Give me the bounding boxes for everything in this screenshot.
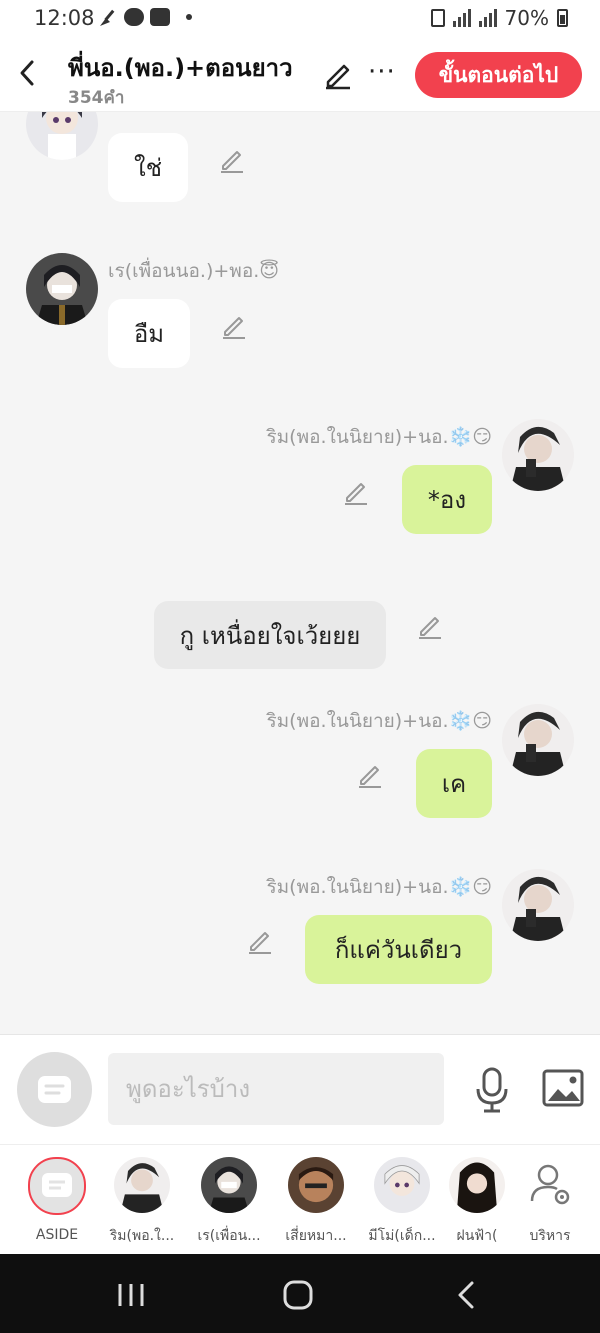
- battery-icon: [557, 9, 568, 27]
- recent-apps-icon: [118, 1284, 144, 1306]
- chevron-left-icon: [20, 60, 34, 86]
- message-text: อืม: [133, 320, 165, 348]
- pencil-icon: [249, 932, 271, 954]
- avatar-re[interactable]: [26, 253, 98, 325]
- edit-message-button[interactable]: [246, 927, 274, 955]
- system-nav-bar: [0, 1254, 600, 1333]
- character-re[interactable]: เร(เพื่อน...: [189, 1157, 269, 1247]
- signal-icon: [452, 9, 471, 27]
- notification-icons: [98, 8, 192, 26]
- message-text: กู เหนื่อยใจเว้ยยย: [179, 621, 361, 650]
- pencil-icon: [223, 317, 245, 339]
- manage-avatar: [522, 1157, 578, 1213]
- pencil-icon: [359, 766, 381, 788]
- story-title: พี่นอ.(พอ.)+ตอนยาว: [68, 54, 293, 82]
- pencil-icon: [345, 483, 367, 505]
- pencil-icon: [221, 151, 243, 173]
- avatar-mimo[interactable]: [26, 112, 98, 160]
- character-name: เร(เพื่อน...: [197, 1228, 261, 1244]
- message-text: ใช่: [133, 154, 162, 182]
- aside-mode-button[interactable]: [17, 1052, 92, 1127]
- character-fonfah[interactable]: ฝนฟ้า(: [442, 1157, 512, 1247]
- sim-icon: [430, 9, 445, 27]
- avatar: [114, 1157, 170, 1213]
- more-options-button[interactable]: ···: [368, 58, 396, 86]
- aside-avatar: [28, 1157, 86, 1215]
- next-step-button[interactable]: ขั้นตอนต่อไป: [415, 52, 582, 98]
- character-name: มีโม่(เด็ก...: [368, 1228, 436, 1244]
- character-name: ริม(พอ.ใ...: [109, 1228, 175, 1244]
- pencil-icon: [419, 617, 441, 639]
- character-selector: ASIDE ริม(พอ.ใ... เร(เพื่อน... เสี่ยหมา.…: [0, 1144, 600, 1254]
- composer: [0, 1034, 600, 1144]
- avatar-rim[interactable]: [502, 419, 574, 491]
- message-bubble[interactable]: เค: [416, 749, 492, 818]
- recent-apps-button[interactable]: [112, 1278, 152, 1312]
- avatar: [288, 1157, 344, 1213]
- edit-message-button[interactable]: [416, 612, 444, 640]
- character-name: บริหาร: [529, 1228, 571, 1244]
- character-siamah[interactable]: เสี่ยหมา...: [276, 1157, 356, 1247]
- avatar: [201, 1157, 257, 1213]
- speaker-name: ริม(พอ.ในนิยาย)+นอ.❄️😏: [266, 426, 492, 448]
- user-settings-icon: [530, 1164, 570, 1205]
- edit-message-button[interactable]: [218, 146, 246, 174]
- more-notifications-dot: [186, 14, 192, 20]
- home-icon: [283, 1280, 313, 1310]
- edit-message-button[interactable]: [356, 761, 384, 789]
- message-text: ก็แค่วันเดียว: [334, 936, 463, 964]
- character-name: เสี่ยหมา...: [285, 1228, 347, 1244]
- character-rim[interactable]: ริม(พอ.ใ...: [102, 1157, 182, 1247]
- status-time: 12:08: [34, 6, 95, 30]
- message-input[interactable]: [108, 1053, 444, 1125]
- speech-bubble-icon: [42, 1173, 72, 1197]
- speaker-name: เร(เพื่อนนอ.)+พอ.😇: [108, 260, 280, 282]
- character-name: ฝนฟ้า(: [456, 1228, 498, 1244]
- avatar: [449, 1157, 505, 1213]
- battery-percent: 70%: [504, 6, 549, 30]
- speech-bubble-icon: [38, 1076, 71, 1103]
- system-status: 70%: [430, 6, 568, 30]
- narration-bubble[interactable]: กู เหนื่อยใจเว้ยยย: [154, 601, 386, 669]
- avatar-rim[interactable]: [502, 869, 574, 941]
- image-icon: [542, 1069, 584, 1107]
- chat-area[interactable]: ใช่ เร(เพื่อนนอ.)+พอ.😇 อืม ริม(พอ.ในนิยา…: [0, 112, 600, 1034]
- system-back-button[interactable]: [448, 1278, 488, 1312]
- signal-2-icon: [478, 9, 497, 27]
- status-bar: 12:08 70%: [0, 0, 600, 38]
- character-name: ASIDE: [35, 1227, 79, 1243]
- message-bubble[interactable]: ก็แค่วันเดียว: [305, 915, 492, 984]
- microphone-icon: [476, 1067, 508, 1113]
- speaker-name: ริม(พอ.ในนิยาย)+นอ.❄️😏: [266, 710, 492, 732]
- game-icon: [124, 8, 144, 26]
- edit-message-button[interactable]: [342, 478, 370, 506]
- home-button[interactable]: [278, 1278, 318, 1312]
- character-mimo[interactable]: มีโม่(เด็ก...: [362, 1157, 442, 1247]
- chat-header: พี่นอ.(พอ.)+ตอนยาว 354คำ ··· ขั้นตอนต่อไ…: [0, 38, 600, 112]
- message-bubble[interactable]: *อง: [402, 465, 492, 534]
- broom-icon: [98, 8, 118, 26]
- speaker-name: ริม(พอ.ในนิยาย)+นอ.❄️😏: [266, 876, 492, 898]
- avatar: [374, 1157, 430, 1213]
- character-aside[interactable]: ASIDE: [17, 1157, 97, 1243]
- manage-characters-button[interactable]: บริหาร: [510, 1157, 590, 1247]
- message-text: เค: [441, 770, 467, 798]
- attach-image-button[interactable]: [542, 1069, 584, 1107]
- back-icon: [458, 1281, 474, 1309]
- message-text: *อง: [427, 486, 467, 514]
- pencil-icon: [326, 64, 350, 90]
- message-bubble[interactable]: อืม: [108, 299, 190, 368]
- back-button[interactable]: [14, 56, 42, 90]
- message-bubble[interactable]: ใช่: [108, 133, 188, 202]
- edit-title-button[interactable]: [322, 58, 354, 90]
- word-count: 354คำ: [68, 88, 125, 108]
- voice-input-button[interactable]: [474, 1065, 510, 1115]
- edit-message-button[interactable]: [220, 312, 248, 340]
- avatar-rim[interactable]: [502, 704, 574, 776]
- message-icon: [150, 8, 170, 26]
